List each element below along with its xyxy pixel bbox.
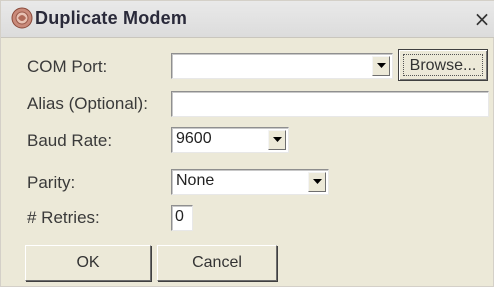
close-icon[interactable]: × — [471, 9, 493, 31]
window-title: Duplicate Modem — [35, 8, 188, 28]
com-port-label: COM Port: — [27, 57, 108, 76]
chevron-down-icon — [313, 179, 322, 184]
baud-rate-label: Baud Rate: — [27, 131, 113, 150]
baud-rate-value: 9600 — [176, 130, 212, 147]
alias-input[interactable] — [171, 91, 489, 117]
ok-button[interactable]: OK — [25, 245, 151, 281]
browse-button[interactable]: Browse... — [398, 49, 488, 81]
modem-app-icon — [11, 7, 33, 29]
parity-dropdown-button[interactable] — [308, 172, 326, 192]
parity-select[interactable]: None — [171, 169, 329, 195]
duplicate-modem-dialog: Duplicate Modem × COM Port: Browse... Al… — [0, 0, 494, 287]
browse-button-label: Browse... — [403, 54, 483, 76]
retries-input[interactable]: 0 — [171, 205, 193, 231]
title-bar[interactable]: Duplicate Modem × — [1, 1, 494, 38]
com-port-select[interactable] — [171, 53, 393, 79]
com-port-dropdown-button[interactable] — [372, 56, 390, 76]
alias-label: Alias (Optional): — [27, 94, 148, 113]
parity-label: Parity: — [27, 173, 76, 192]
chevron-down-icon — [273, 137, 282, 142]
chevron-down-icon — [377, 63, 386, 68]
parity-value: None — [176, 172, 215, 189]
retries-value: 0 — [175, 208, 184, 225]
baud-rate-dropdown-button[interactable] — [268, 130, 286, 150]
cancel-button[interactable]: Cancel — [157, 245, 277, 281]
retries-label: # Retries: — [27, 208, 100, 227]
